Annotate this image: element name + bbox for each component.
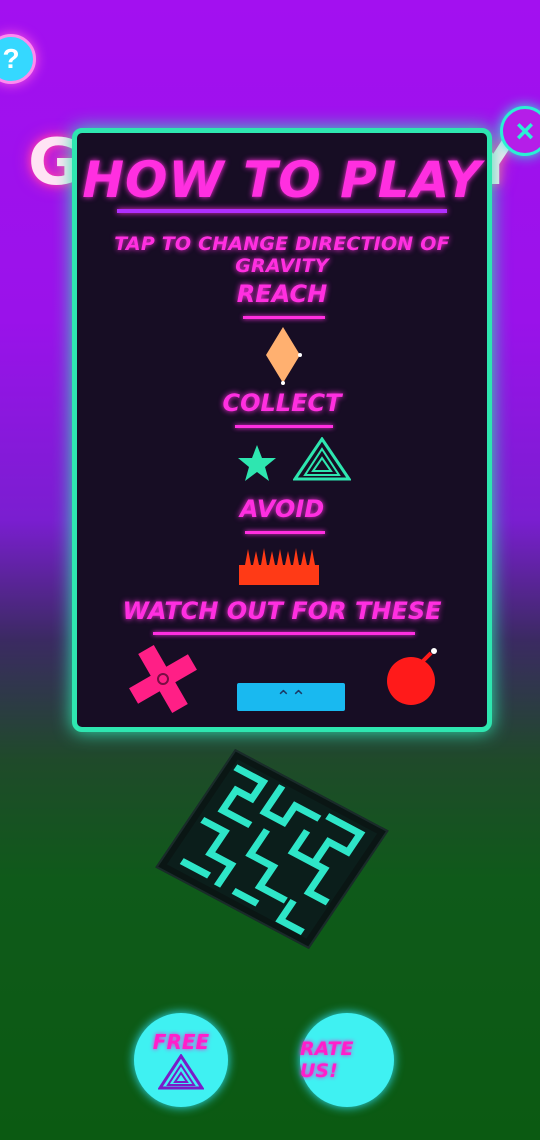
title-underline [117,209,447,213]
help-button[interactable]: ? [0,34,36,84]
how-to-play-dialog: HOW TO PLAY TAP TO CHANGE DIRECTION OF G… [72,128,492,732]
watch-out-underline [153,632,415,635]
close-icon: × [515,112,535,149]
collapse-handle-button[interactable]: ⌃⌃ [237,683,345,711]
maze-block [155,748,389,950]
dialog-subtitle: TAP TO CHANGE DIRECTION OF GRAVITY [114,233,450,277]
chevron-up-icon: ⌃⌃ [275,687,307,707]
bomb-icon [387,648,437,705]
diamond-icon [266,327,302,385]
section-watch-out: WATCH OUT FOR THESE [122,597,442,625]
triangle-icon [158,1054,204,1090]
dialog-title: HOW TO PLAY [82,151,482,209]
question-icon: ? [2,43,20,74]
rate-us-button[interactable]: RATE US! [300,1013,394,1107]
section-avoid: AVOID [239,495,325,523]
free-label: FREE [152,1030,210,1054]
avoid-underline [245,531,325,534]
reach-underline [243,316,325,319]
spikes-icon [239,548,319,585]
triangle-icon [293,437,351,481]
rate-us-label: RATE US! [300,1038,354,1082]
section-collect: COLLECT [222,389,342,417]
maze-pattern [179,764,366,936]
collect-underline [235,425,333,428]
cross-icon [129,645,197,713]
free-button[interactable]: FREE [134,1013,228,1107]
star-icon [238,445,276,481]
section-reach: REACH [236,280,328,308]
